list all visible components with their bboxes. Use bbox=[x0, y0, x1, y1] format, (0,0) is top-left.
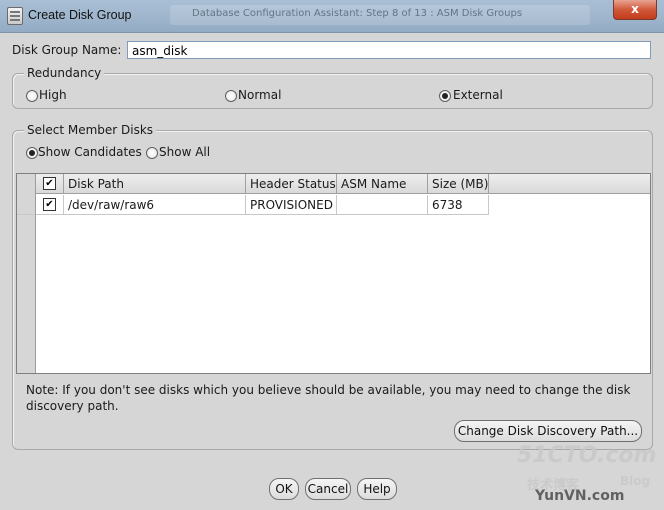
column-header-disk-path[interactable]: Disk Path bbox=[64, 174, 246, 194]
app-icon bbox=[7, 7, 23, 25]
title-bar: Create Disk Group Database Configuration… bbox=[0, 0, 664, 33]
help-button[interactable]: Help bbox=[357, 478, 397, 500]
background-window-title-text: Database Configuration Assistant: Step 8… bbox=[192, 8, 523, 19]
radio-show-candidates-label[interactable]: Show Candidates bbox=[38, 145, 142, 159]
redundancy-group-title: Redundancy bbox=[24, 66, 105, 80]
column-header-header-status[interactable]: Header Status bbox=[246, 174, 337, 194]
column-header-filler bbox=[489, 174, 650, 194]
disk-group-name-input[interactable]: asm_disk bbox=[127, 41, 651, 59]
disks-table: ✔ Disk Path Header Status ASM Name Size … bbox=[16, 173, 651, 374]
radio-normal[interactable] bbox=[225, 90, 237, 102]
radio-show-all[interactable] bbox=[146, 147, 158, 159]
watermark-yunvn: YunVN.com bbox=[535, 488, 625, 504]
table-row-checkbox-cell[interactable]: ✔ bbox=[36, 195, 64, 215]
watermark-51cto: 51CTO.com bbox=[517, 443, 657, 468]
row-checkbox[interactable]: ✔ bbox=[43, 198, 56, 211]
radio-external-label[interactable]: External bbox=[453, 88, 503, 102]
table-cell-size[interactable]: 6738 bbox=[428, 195, 489, 215]
radio-high[interactable] bbox=[26, 90, 38, 102]
table-cell-header-status[interactable]: PROVISIONED bbox=[246, 195, 337, 215]
disk-group-name-label: Disk Group Name: bbox=[12, 43, 122, 57]
discovery-note-line1: Note: If you don't see disks which you b… bbox=[26, 383, 631, 397]
ok-button[interactable]: OK bbox=[269, 478, 299, 500]
radio-normal-label[interactable]: Normal bbox=[238, 88, 281, 102]
radio-show-all-label[interactable]: Show All bbox=[159, 145, 210, 159]
table-cell-disk-path[interactable]: /dev/raw/raw6 bbox=[64, 195, 246, 215]
background-window-title: Database Configuration Assistant: Step 8… bbox=[170, 5, 590, 25]
column-header-size[interactable]: Size (MB) bbox=[428, 174, 489, 194]
member-disks-group-title: Select Member Disks bbox=[24, 123, 157, 137]
table-cell-asm-name[interactable] bbox=[337, 195, 428, 215]
radio-show-candidates[interactable] bbox=[26, 147, 38, 159]
cancel-button[interactable]: Cancel bbox=[305, 478, 351, 500]
radio-high-label[interactable]: High bbox=[39, 88, 67, 102]
column-header-asm-name[interactable]: ASM Name bbox=[337, 174, 428, 194]
redundancy-group bbox=[12, 73, 653, 109]
change-discovery-path-button[interactable]: Change Disk Discovery Path... bbox=[454, 420, 642, 442]
radio-external[interactable] bbox=[439, 90, 451, 102]
window-title: Create Disk Group bbox=[28, 8, 132, 22]
close-button[interactable]: x bbox=[613, 0, 657, 20]
row-header-cell bbox=[17, 195, 36, 215]
discovery-note-line2: discovery path. bbox=[26, 399, 119, 413]
select-all-checkbox[interactable]: ✔ bbox=[43, 177, 56, 190]
select-all-header[interactable]: ✔ bbox=[36, 174, 64, 194]
watermark-blog: Blog bbox=[620, 474, 651, 488]
dialog-body: Disk Group Name: asm_disk Redundancy Hig… bbox=[0, 33, 664, 510]
